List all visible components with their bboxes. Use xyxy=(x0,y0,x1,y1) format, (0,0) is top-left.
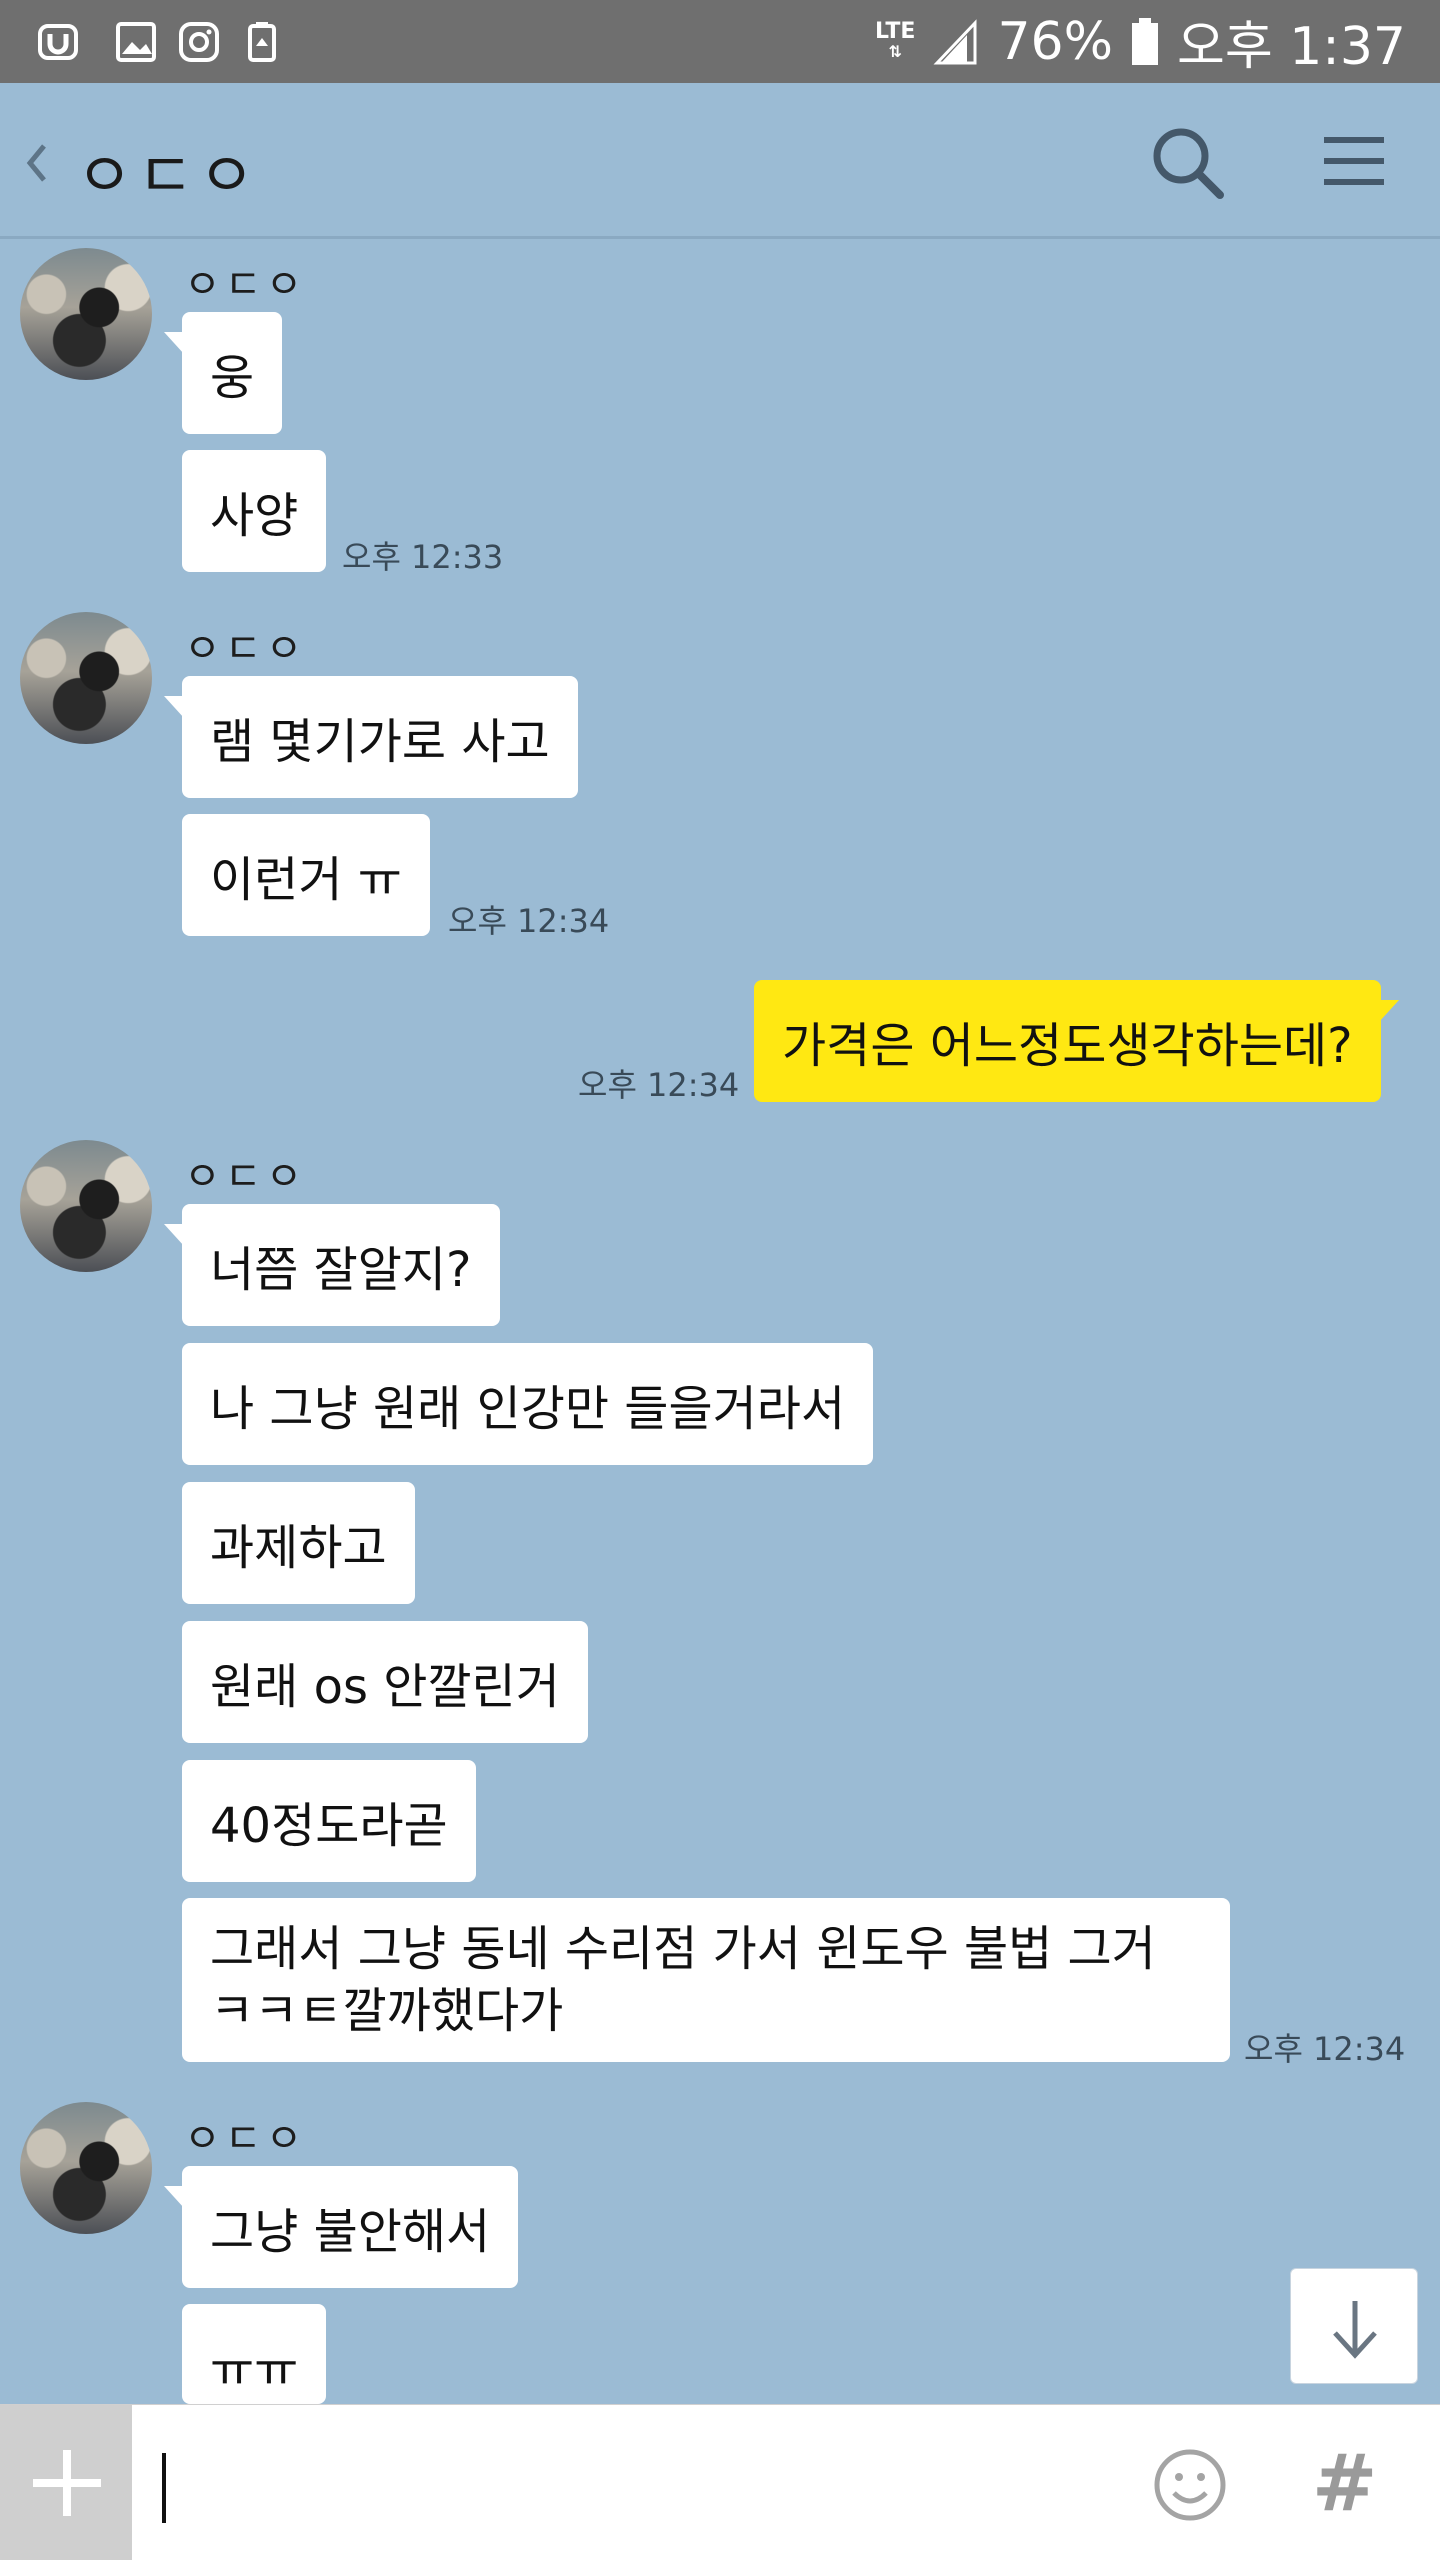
sender-name: ㅇㄷㅇ xyxy=(184,262,307,308)
status-bar: LTE ⇅ 76% 오후 1:37 xyxy=(0,0,1440,83)
signal-icon xyxy=(933,18,977,64)
avatar[interactable] xyxy=(20,612,152,744)
message-bubble[interactable]: 이런거 ㅠ xyxy=(182,814,430,936)
status-right: LTE ⇅ 76% 오후 1:37 xyxy=(875,0,1406,83)
message-bubble[interactable]: 나 그냥 원래 인강만 들을거라서 xyxy=(182,1343,874,1465)
message-input[interactable] xyxy=(172,2435,1072,2531)
message-bubble[interactable]: 사양 xyxy=(182,450,327,572)
chat-room-title: ㅇㄷㅇ xyxy=(76,139,260,212)
message-bubble[interactable]: 그냥 불안해서 xyxy=(163,2166,519,2288)
message-bubble[interactable]: 너쯤 잘알지? xyxy=(164,1204,500,1326)
message-time: 오후 12:34 xyxy=(1244,2030,1406,2068)
chat-header: ㅇㄷㅇ xyxy=(0,83,1440,239)
input-bar: # xyxy=(0,2404,1440,2560)
recycle-icon xyxy=(248,22,276,62)
network-label: LTE xyxy=(875,18,916,44)
message-time: 오후 12:33 xyxy=(342,538,504,576)
app-notification-icon xyxy=(38,24,78,60)
arrow-down-icon xyxy=(1333,2301,1377,2359)
hash-icon[interactable]: # xyxy=(1312,2439,1377,2529)
message-bubble[interactable]: 웅 xyxy=(163,312,283,434)
message-time: 오후 12:34 xyxy=(448,902,610,940)
message-bubble[interactable]: 원래 os 안깔린거 xyxy=(182,1621,588,1743)
plus-icon xyxy=(33,2450,101,2516)
instagram-icon xyxy=(179,22,219,62)
message-bubble[interactable]: 40정도라곧 xyxy=(182,1760,476,1882)
message-bubble[interactable]: 과제하고 xyxy=(182,1482,415,1604)
avatar[interactable] xyxy=(20,2102,152,2234)
message-bubble[interactable]: ㅠㅠ xyxy=(182,2304,327,2404)
sender-name: ㅇㄷㅇ xyxy=(184,626,307,672)
search-icon[interactable] xyxy=(1148,123,1228,203)
gallery-icon xyxy=(116,22,156,62)
menu-icon[interactable] xyxy=(1322,131,1386,191)
sender-name: ㅇㄷㅇ xyxy=(184,2116,307,2162)
battery-percent: 76% xyxy=(997,11,1114,72)
message-bubble[interactable]: 램 몇기가로 사고 xyxy=(164,676,578,798)
battery-icon xyxy=(1132,17,1159,65)
text-cursor xyxy=(162,2453,166,2523)
sender-name: ㅇㄷㅇ xyxy=(184,1154,307,1200)
network-type: LTE ⇅ xyxy=(875,18,916,61)
emoji-icon[interactable] xyxy=(1152,2447,1228,2523)
avatar[interactable] xyxy=(20,248,152,380)
my-message-bubble[interactable]: 가격은 어느정도생각하는데? xyxy=(754,980,1399,1102)
avatar[interactable] xyxy=(20,1140,152,1272)
back-chevron-icon[interactable] xyxy=(20,138,50,188)
attach-button[interactable] xyxy=(0,2405,132,2560)
scroll-to-bottom-button[interactable] xyxy=(1290,2268,1418,2384)
message-time: 오후 12:34 xyxy=(578,1066,740,1104)
clock: 오후 1:37 xyxy=(1177,17,1406,77)
message-bubble[interactable]: 그래서 그냥 동네 수리점 가서 윈도우 불법 그거 ㅋㅋㅌ깔까했다가 xyxy=(182,1898,1230,2062)
